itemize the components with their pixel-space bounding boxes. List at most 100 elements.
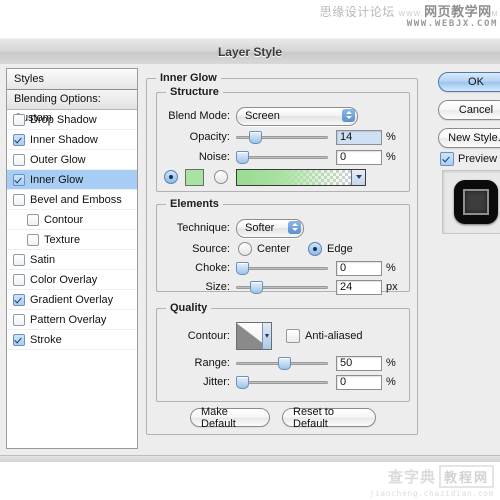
sidebar-item-checkbox[interactable] — [13, 293, 25, 306]
glow-fill-row — [164, 168, 408, 186]
cancel-button[interactable]: Cancel — [438, 100, 500, 120]
sidebar-item[interactable]: Drop Shadow — [7, 110, 137, 130]
sidebar-item[interactable]: Bevel and Emboss — [7, 190, 137, 210]
sidebar-item[interactable]: Inner Glow — [7, 170, 137, 190]
sidebar-item-label: Pattern Overlay — [30, 313, 107, 326]
noise-value: 0 — [340, 151, 347, 163]
quality-legend: Quality — [166, 302, 212, 314]
sidebar-item-checkbox[interactable] — [13, 153, 25, 166]
noise-label: Noise: — [198, 151, 230, 163]
noise-slider[interactable] — [236, 150, 328, 164]
size-slider-thumb[interactable] — [250, 281, 263, 294]
choke-value: 0 — [340, 262, 347, 274]
source-center-radio[interactable] — [238, 242, 252, 256]
layer-style-dialog: Styles Blending Options: Custom Drop Sha… — [0, 64, 500, 462]
noise-input[interactable]: 0 — [336, 149, 382, 165]
sidebar-item-checkbox[interactable] — [13, 193, 25, 206]
screenshot-root: 思缘设计论坛 www.网页教学网M WWW.WEBJX.COM Layer St… — [0, 0, 500, 500]
reset-to-default-label: Reset to Default — [293, 405, 334, 430]
elements-legend: Elements — [166, 198, 223, 210]
choke-slider-thumb[interactable] — [236, 262, 249, 275]
sidebar-item-checkbox[interactable] — [27, 213, 39, 226]
sidebar-item[interactable]: Pattern Overlay — [7, 310, 137, 330]
sidebar-item-checkbox[interactable] — [13, 133, 25, 146]
blending-options-row[interactable]: Blending Options: Custom — [7, 90, 137, 124]
watermark-top: 思缘设计论坛 www.网页教学网M WWW.WEBJX.COM — [0, 0, 500, 38]
chevron-down-icon[interactable] — [351, 169, 365, 185]
noise-row: Noise: 0 % — [156, 149, 408, 165]
blend-mode-select[interactable]: Screen — [236, 106, 358, 126]
sidebar-item[interactable]: Gradient Overlay — [7, 290, 137, 310]
range-slider[interactable] — [236, 356, 328, 370]
watermark-top-cn: 思缘设计论坛 — [319, 5, 395, 19]
jitter-row: Jitter: 0 % — [156, 374, 408, 390]
fill-color-radio[interactable] — [164, 170, 178, 184]
sidebar-item-label: Texture — [44, 233, 81, 246]
sidebar-item[interactable]: Stroke — [7, 330, 137, 350]
opacity-slider-thumb[interactable] — [249, 131, 262, 144]
size-slider[interactable] — [236, 280, 328, 294]
sidebar-item-checkbox[interactable] — [13, 113, 25, 126]
chevron-updown-icon — [342, 108, 355, 122]
watermark-bottom-boxed: 教程网 — [438, 465, 494, 488]
sidebar-item[interactable]: Color Overlay — [7, 270, 137, 290]
contour-picker[interactable] — [236, 322, 272, 350]
sidebar-item-checkbox[interactable] — [13, 253, 25, 266]
sidebar-item[interactable]: Contour — [7, 210, 137, 230]
jitter-slider-thumb[interactable] — [236, 376, 249, 389]
blend-mode-value: Screen — [245, 110, 280, 122]
gradient-preview — [237, 169, 351, 185]
sidebar-item-label: Inner Shadow — [30, 133, 98, 146]
range-label: Range: — [194, 357, 230, 369]
glow-color-swatch[interactable] — [185, 168, 204, 186]
cancel-label: Cancel — [458, 104, 494, 116]
noise-slider-track — [236, 156, 328, 159]
glow-gradient-picker[interactable] — [236, 168, 366, 186]
window-titlebar: Layer Style — [0, 38, 500, 66]
source-edge-radio[interactable] — [308, 242, 323, 256]
fill-gradient-radio[interactable] — [214, 170, 228, 184]
ok-button[interactable]: OK — [438, 72, 500, 92]
window-title: Layer Style — [217, 45, 283, 59]
source-center-label: Center — [257, 243, 291, 255]
watermark-bottom: 查字典 教程网 jiaocheng.chazidian.com — [369, 465, 494, 498]
noise-slider-thumb[interactable] — [236, 151, 249, 164]
new-style-button[interactable]: New Style.. — [438, 128, 500, 148]
sidebar-item[interactable]: Outer Glow — [7, 150, 137, 170]
anti-aliased-checkbox[interactable] — [286, 329, 300, 343]
make-default-button[interactable]: Make Default — [190, 406, 270, 430]
jitter-label: Jitter: — [203, 376, 230, 388]
sidebar-item-checkbox[interactable] — [27, 233, 39, 246]
jitter-unit: % — [386, 376, 396, 388]
choke-row: Choke: 0 % — [156, 260, 408, 276]
choke-input[interactable]: 0 — [336, 260, 382, 276]
opacity-input[interactable]: 14 — [336, 129, 382, 145]
sidebar-item[interactable]: Satin — [7, 250, 137, 270]
size-label: Size: — [205, 281, 230, 293]
sidebar-item-checkbox[interactable] — [13, 273, 25, 286]
source-row: Source: Center Edge — [156, 241, 408, 257]
choke-slider-track — [236, 267, 328, 270]
sidebar-item[interactable]: Texture — [7, 230, 137, 250]
sidebar-item[interactable]: Inner Shadow — [7, 130, 137, 150]
opacity-slider[interactable] — [236, 130, 328, 144]
opacity-label: Opacity: — [189, 131, 230, 143]
reset-to-default-button[interactable]: Reset to Default — [282, 405, 376, 430]
preview-checkbox[interactable] — [440, 152, 454, 166]
range-value: 50 — [340, 357, 353, 369]
range-slider-thumb[interactable] — [278, 357, 291, 370]
jitter-input[interactable]: 0 — [336, 374, 382, 390]
technique-select[interactable]: Softer — [236, 218, 304, 238]
size-input[interactable]: 24 — [336, 279, 382, 295]
contour-label: Contour: — [187, 330, 230, 342]
sidebar-item-checkbox[interactable] — [13, 313, 25, 326]
watermark-top-site: 网页教学网 — [424, 4, 492, 19]
chevron-down-icon[interactable] — [262, 323, 271, 349]
jitter-slider[interactable] — [236, 375, 328, 389]
choke-slider[interactable] — [236, 261, 328, 275]
preview-label: Preview — [458, 153, 498, 165]
range-input[interactable]: 50 — [336, 355, 382, 371]
sidebar-item-checkbox[interactable] — [13, 173, 25, 186]
sidebar-item-checkbox[interactable] — [13, 333, 25, 346]
preview-shape-inner — [463, 189, 489, 215]
